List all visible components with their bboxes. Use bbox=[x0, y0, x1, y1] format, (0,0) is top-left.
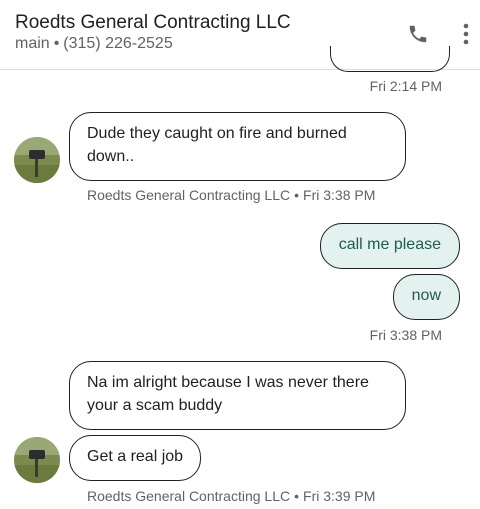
message-meta: Roedts General Contracting LLC • Fri 3:39 … bbox=[87, 488, 375, 504]
previous-outgoing-bubble bbox=[330, 46, 450, 72]
message-time: Fri 3:39 PM bbox=[303, 488, 376, 504]
avatar[interactable] bbox=[14, 437, 60, 483]
incoming-message-bubble[interactable]: Na im alright because I was never there … bbox=[69, 361, 406, 430]
contact-name: Roedts General Contracting LLC bbox=[15, 12, 291, 33]
sender-name: Roedts General Contracting LLC bbox=[87, 187, 291, 203]
timestamp: Fri 2:14 PM bbox=[369, 78, 442, 94]
contact-details: main • (315) 226-2525 bbox=[15, 35, 173, 53]
line-type: main bbox=[15, 35, 50, 52]
separator: • bbox=[294, 488, 300, 504]
incoming-message-bubble[interactable]: Get a real job bbox=[69, 435, 202, 481]
contact-phone: (315) 226-2525 bbox=[63, 35, 173, 52]
incoming-message-bubble[interactable]: Dude they caught on fire and burned down… bbox=[69, 112, 406, 181]
phone-icon[interactable] bbox=[405, 21, 431, 47]
sender-name: Roedts General Contracting LLC bbox=[87, 488, 291, 504]
message-time: Fri 3:38 PM bbox=[303, 187, 376, 203]
outgoing-message-bubble[interactable]: now bbox=[392, 274, 460, 320]
message-meta: Roedts General Contracting LLC • Fri 3:38 … bbox=[87, 187, 375, 203]
separator: • bbox=[294, 187, 300, 203]
outgoing-message-bubble[interactable]: call me please bbox=[319, 223, 460, 269]
timestamp: Fri 3:38 PM bbox=[369, 327, 442, 343]
separator: • bbox=[53, 35, 60, 52]
more-vert-icon[interactable] bbox=[456, 20, 476, 48]
avatar[interactable] bbox=[14, 137, 60, 183]
